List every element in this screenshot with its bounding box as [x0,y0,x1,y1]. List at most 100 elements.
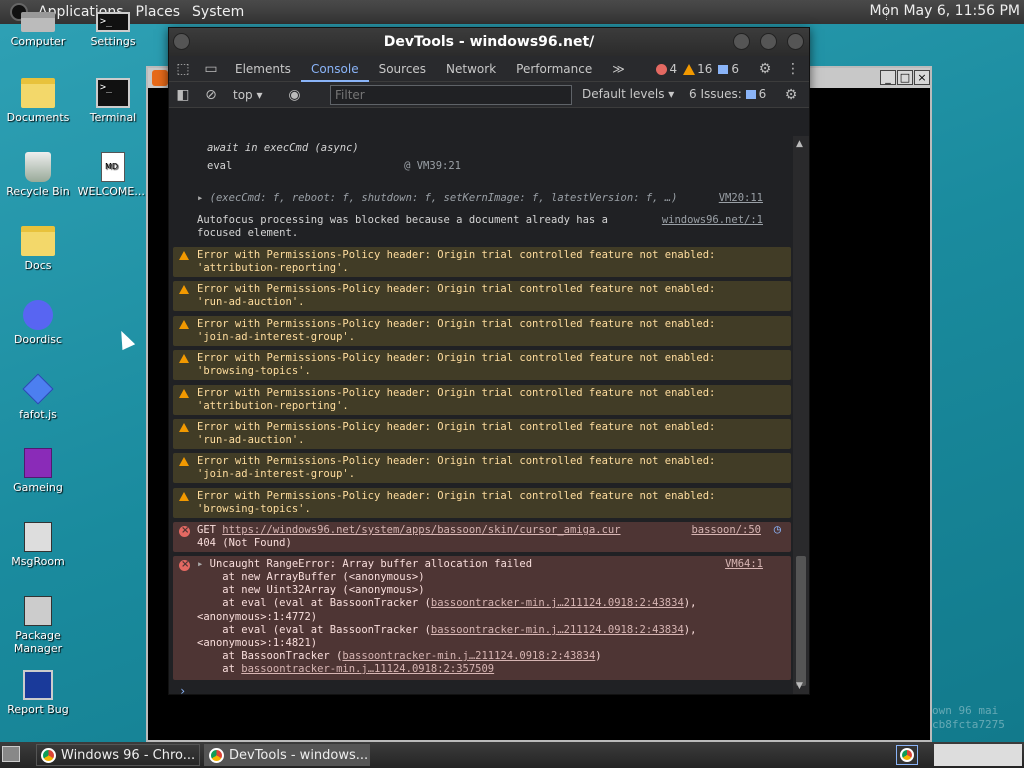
eye-icon[interactable]: ◉ [281,87,309,103]
device-toolbar-icon[interactable]: ▭ [197,56,225,82]
desktop-icon-package-manager[interactable]: Package Manager [0,596,76,655]
maximize-button[interactable]: □ [897,70,913,85]
desktop-icon-gameing[interactable]: Gameing [0,448,76,494]
desktop-icon-terminal[interactable]: Terminal [75,78,151,124]
window-menu-button[interactable] [173,33,190,50]
maximize-button[interactable] [760,33,777,50]
warning-text: Error with Permissions-Policy header: Or… [197,249,716,261]
desktop-icon-label: Doordisc [13,333,63,346]
console-prompt[interactable]: › [179,684,186,694]
error-count-value: 4 [669,61,678,76]
desktop-icon-label: Recycle Bin [6,185,70,198]
inspect-element-icon[interactable]: ⬚ [169,56,197,82]
stack-source-link[interactable]: bassoontracker-min.j…211124.0918:2:43834 [431,624,684,636]
tab-elements[interactable]: Elements [225,56,301,82]
browser-app-icon [152,70,168,86]
cube-icon [24,448,52,478]
gear-icon[interactable]: ⚙ [751,56,779,82]
desktop-icon-doordisc[interactable]: Doordisc [0,300,76,346]
source-link[interactable]: windows96.net/:1 [662,214,763,227]
scrollbar-thumb[interactable] [796,556,806,686]
taskbar-item-devtools[interactable]: DevTools - windows... [204,744,370,766]
console-row[interactable]: ▸ (execCmd: f, reboot: f, shutdown: f, s… [173,190,791,208]
warning-count-value: 16 [697,61,713,76]
desktop-icon-welcome[interactable]: WELCOME.... [75,152,151,198]
console-output[interactable]: await in execCmd (async) eval @ VM39:21 … [169,136,791,694]
source-link[interactable]: VM64:1 [725,558,763,571]
devtools-window[interactable]: DevTools - windows96.net/ ⬚ ▭ Elements C… [168,27,810,695]
stack-line: at bassoontracker-min.j…11124.0918:2:357… [197,663,494,676]
stack-line-prefix: at [197,663,242,675]
minimize-button[interactable]: _ [880,70,896,85]
desktop-icon-label: WELCOME.... [77,185,149,198]
console-message: Error with Permissions-Policy header: Or… [197,421,715,447]
source-link[interactable]: VM20:11 [719,192,763,205]
warning-text: Error with Permissions-Policy header: Or… [197,352,716,364]
close-button[interactable]: × [914,70,930,85]
desktop-icon-recycle-bin[interactable]: Recycle Bin [0,152,76,198]
console-message: eval [207,160,233,172]
source-link[interactable]: @ VM39:21 [404,160,461,173]
more-tabs-button[interactable]: ≫ [602,56,635,82]
network-request-icon[interactable]: ◷ [774,523,781,536]
menu-system[interactable]: System [186,4,250,20]
warning-row: Error with Permissions-Policy header: Or… [173,453,791,483]
http-method: GET [197,524,216,536]
close-button[interactable] [787,33,804,50]
stack-source-link[interactable]: bassoontracker-min.j…211124.0918:2:43834 [431,597,684,609]
tab-network[interactable]: Network [436,56,506,82]
show-desktop-icon[interactable] [2,746,20,762]
desktop-icon-fafot[interactable]: fafot.js [0,373,76,421]
warning-feature: 'attribution-reporting'. [197,262,349,274]
tab-sources[interactable]: Sources [369,56,436,82]
warning-icon [179,457,189,466]
issues-button[interactable]: 6 Issues: 6 [689,87,766,101]
tab-performance[interactable]: Performance [506,56,602,82]
minimize-button[interactable] [733,33,750,50]
desktop-icon-report-bug[interactable]: Report Bug [0,670,76,716]
info-icon [718,64,729,74]
report-bug-icon [23,670,53,700]
scroll-up-icon[interactable]: ▲ [796,139,803,149]
stack-source-link[interactable]: bassoontracker-min.j…211124.0918:2:43834 [342,650,595,662]
request-url-link[interactable]: https://windows96.net/system/apps/bassoo… [222,524,620,536]
desktop-icon-documents[interactable]: Documents [0,78,76,124]
console-message-line: focused element. [197,227,299,239]
gear-icon[interactable]: ⚙ [777,87,805,103]
expand-caret-icon[interactable]: ▸ [197,558,210,570]
scroll-down-icon[interactable]: ▼ [796,681,803,691]
default-levels-select[interactable]: Default levels ▾ [582,87,674,101]
taskbar-item-label: Windows 96 - Chro... [61,748,196,763]
desktop-icon-docs[interactable]: Docs [0,226,76,272]
warning-text: Error with Permissions-Policy header: Or… [197,387,716,399]
workspace-switcher[interactable] [934,744,1022,766]
warning-row: Error with Permissions-Policy header: Or… [173,419,791,449]
devtools-titlebar[interactable]: DevTools - windows96.net/ [169,28,809,56]
desktop-icon-settings[interactable]: Settings [75,12,151,48]
desktop-icon-msgroom[interactable]: MsgRoom [0,522,76,568]
filter-input[interactable] [330,85,572,105]
console-scrollbar[interactable]: ▲ ▼ [793,136,809,694]
clear-console-icon[interactable]: ⊘ [197,87,225,103]
clock[interactable]: Mon May 6, 11:56 PM [870,3,1021,19]
message-counts[interactable]: 4 16 6 [656,62,739,76]
tray-chrome-button[interactable] [896,745,918,765]
taskbar-item-chrome[interactable]: Windows 96 - Chro... [36,744,200,766]
info-count: 6 [718,62,739,76]
console-message-line: Autofocus processing was blocked because… [197,214,608,226]
console-message: Error with Permissions-Policy header: Or… [197,455,715,481]
error-row: GET https://windows96.net/system/apps/ba… [173,522,791,552]
tab-console[interactable]: Console [300,56,369,82]
source-link[interactable]: bassoon/:50 [691,524,761,537]
desktop-icon-computer[interactable]: Computer [0,12,76,48]
sidebar-toggle-icon[interactable]: ◧ [169,87,197,103]
folder-icon [21,78,55,108]
warning-row: Error with Permissions-Policy header: Or… [173,488,791,518]
settings-icon [96,12,130,32]
expand-caret-icon[interactable]: ▸ [197,192,210,204]
kebab-menu-icon[interactable]: ⋮ [779,56,807,82]
devtools-title: DevTools - windows96.net/ [383,34,595,50]
chrome-icon [209,748,224,763]
stack-source-link[interactable]: bassoontracker-min.j…11124.0918:2:357509 [241,663,494,675]
context-select[interactable]: top ▾ [233,88,263,102]
